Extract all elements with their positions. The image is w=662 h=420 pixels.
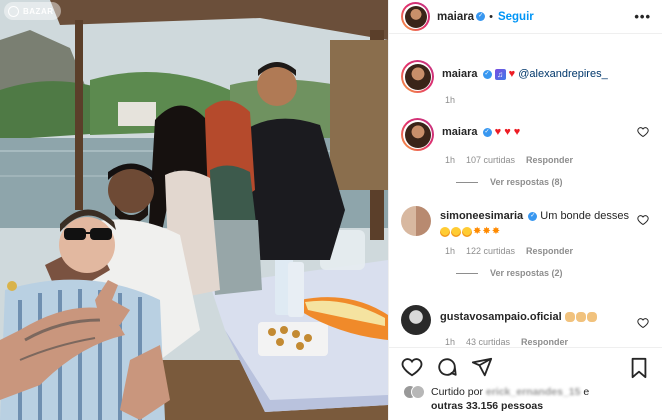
- collision-emoji: ✸: [491, 226, 501, 238]
- author-username[interactable]: maiara: [437, 11, 474, 23]
- caption-mention[interactable]: @alexandrepires_: [518, 68, 607, 80]
- follow-button[interactable]: Seguir: [498, 11, 534, 23]
- star-struck-emoji: [451, 227, 461, 238]
- comment-likes[interactable]: 43 curtidas: [466, 337, 510, 347]
- view-replies-label: Ver respostas (8): [490, 177, 563, 187]
- caption-avatar[interactable]: [401, 60, 434, 93]
- verified-icon: ✓: [528, 211, 538, 221]
- replies-divider: [456, 181, 478, 183]
- comment-time: 1h: [445, 246, 456, 257]
- commenter-avatar[interactable]: [401, 305, 431, 335]
- music-note-icon: ♫: [494, 68, 506, 80]
- liked-by-others[interactable]: outras 33.156 pessoas: [431, 400, 543, 412]
- like-comment-heart-icon[interactable]: [637, 317, 649, 329]
- emoji-row: ✸✸✸: [440, 226, 501, 238]
- liker-avatar: [411, 385, 425, 399]
- bookmark-icon[interactable]: [629, 357, 649, 379]
- view-replies-button[interactable]: Ver respostas (8): [456, 177, 655, 187]
- comment-icon[interactable]: [436, 356, 458, 378]
- post-side-panel: maiara ✓ • Seguir ••• maiara ✓ ♫ ♥ @alex…: [388, 0, 662, 420]
- reply-button[interactable]: Responder: [521, 337, 568, 347]
- post-caption: maiara ✓ ♫ ♥ @alexandrepires_ 1h: [401, 60, 655, 105]
- photo-illustration: [0, 0, 388, 420]
- replies-divider: [456, 272, 478, 274]
- caption-time: 1h: [445, 95, 456, 105]
- clapping-emoji: [564, 312, 575, 323]
- liked-by-first-user[interactable]: erick_ernandes_15: [486, 386, 581, 398]
- collision-emoji: ✸: [473, 226, 482, 238]
- author-avatar[interactable]: [401, 2, 430, 31]
- like-comment-heart-icon[interactable]: [637, 126, 649, 138]
- comment-item: gustavosampaio.oficial 1h 43 curtidas Re…: [401, 305, 655, 347]
- share-icon[interactable]: [471, 356, 493, 378]
- view-replies-label: Ver respostas (2): [490, 268, 563, 279]
- comment-username[interactable]: simoneesimaria: [440, 210, 523, 222]
- view-replies-button[interactable]: Ver respostas (2): [456, 268, 655, 278]
- post-header: maiara ✓ • Seguir •••: [389, 0, 662, 34]
- watermark-logo-icon: [8, 5, 19, 17]
- like-comment-heart-icon[interactable]: [637, 214, 649, 226]
- liker-avatars[interactable]: [403, 385, 425, 413]
- comment-likes[interactable]: 122 curtidas: [466, 246, 515, 256]
- post-actions-bar: Curtido por erick_ernandes_15 e outras 3…: [389, 347, 662, 420]
- more-icon[interactable]: •••: [634, 9, 651, 24]
- commenter-avatar[interactable]: [401, 118, 434, 151]
- clapping-emoji: [586, 312, 597, 323]
- reply-button[interactable]: Responder: [526, 246, 573, 256]
- emoji-row: [564, 311, 598, 323]
- watermark-badge: BAZAR: [4, 2, 61, 20]
- verified-icon: ✓: [476, 12, 486, 21]
- heart-emoji: ♥ ♥ ♥: [494, 126, 521, 138]
- comment-likes[interactable]: 107 curtidas: [466, 155, 515, 165]
- comment-text: Um bonde desses: [540, 210, 629, 222]
- comment-time: 1h: [445, 155, 456, 165]
- heart-emoji: ♥: [508, 68, 516, 80]
- comment-time: 1h: [445, 337, 456, 347]
- caption-username[interactable]: maiara: [442, 68, 477, 80]
- watermark-text: BAZAR: [23, 6, 54, 16]
- clapping-emoji: [575, 312, 586, 323]
- star-struck-emoji: [440, 227, 450, 238]
- liked-by-summary: Curtido por erick_ernandes_15 e outras 3…: [403, 385, 641, 413]
- verified-icon: ✓: [482, 69, 492, 79]
- comment-username[interactable]: gustavosampaio.oficial: [440, 311, 562, 323]
- comment-item: maiara ✓ ♥ ♥ ♥ 1h 107 curtidas Responder…: [401, 118, 655, 187]
- reply-button[interactable]: Responder: [526, 155, 573, 165]
- liked-by-prefix: Curtido por: [431, 386, 483, 398]
- commenter-avatar[interactable]: [401, 206, 431, 236]
- collision-emoji: ✸: [482, 226, 491, 238]
- liked-by-and: e: [583, 386, 590, 398]
- heart-icon[interactable]: [401, 356, 423, 378]
- verified-icon: ✓: [482, 127, 492, 137]
- star-struck-emoji: [462, 227, 472, 238]
- post-photo[interactable]: BAZAR: [0, 0, 388, 420]
- comment-username[interactable]: maiara: [442, 126, 477, 138]
- comment-item: simoneesimaria ✓ Um bonde desses ✸✸✸ 1h …: [401, 206, 655, 278]
